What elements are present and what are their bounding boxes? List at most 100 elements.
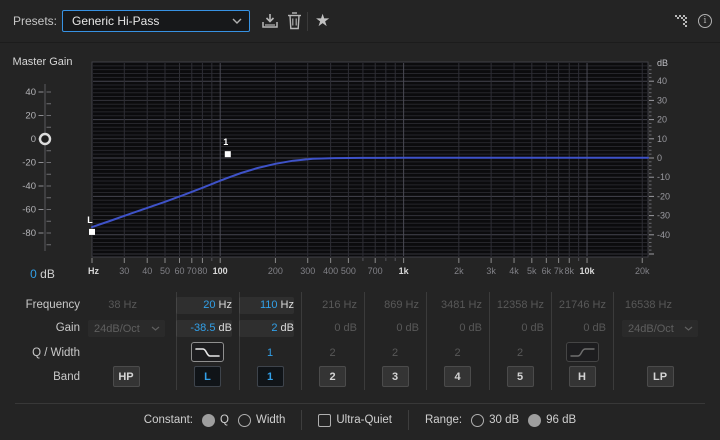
frequency-value-2: 216 Hz — [322, 299, 357, 311]
plot-area[interactable] — [92, 62, 648, 257]
x-axis-label: 5k — [527, 266, 537, 276]
q-curve-icon-lowpass[interactable] — [191, 342, 224, 362]
band-button-3[interactable]: 3 — [381, 366, 409, 387]
gain-value-h: 0 dB — [583, 322, 606, 334]
toolbar-separator — [307, 12, 308, 31]
gain-value-5: 0 dB — [521, 322, 544, 334]
y-axis-label: 30 — [657, 95, 667, 105]
row-label-band: Band — [53, 371, 80, 383]
band-button-1[interactable]: 1 — [256, 366, 284, 387]
radio-icon-q[interactable] — [202, 413, 216, 427]
y-axis-label: -30 — [657, 211, 670, 221]
x-axis-label: 2k — [454, 266, 464, 276]
presets-label: Presets: — [13, 14, 58, 28]
band-button-4[interactable]: 4 — [444, 366, 471, 387]
slider-tick-label: 40 — [25, 87, 36, 98]
slider-tick-label: -60 — [22, 205, 36, 216]
eq-handle-L[interactable] — [89, 228, 95, 235]
q-value-1[interactable]: 1 — [239, 345, 301, 361]
range-96db-option[interactable]: 96 dB — [528, 413, 576, 427]
x-axis-label: 200 — [268, 266, 283, 276]
band-button-2[interactable]: 2 — [319, 366, 346, 387]
gain-value-3: 0 dB — [396, 322, 419, 334]
x-axis-label: 70 — [187, 266, 197, 276]
gain-value-1[interactable]: 2 dB — [239, 320, 294, 337]
frequency-value-hp: 38 Hz — [108, 299, 137, 311]
row-label-frequency: Frequency — [25, 299, 80, 311]
band-button-l[interactable]: L — [194, 366, 221, 387]
x-axis-label: 20k — [635, 266, 650, 276]
master-gain-value[interactable]: 0 dB — [0, 267, 85, 281]
ultra-quiet-option[interactable]: Ultra-Quiet — [318, 413, 392, 427]
frequency-value-1[interactable]: 110 Hz — [239, 297, 294, 314]
y-axis-label: 40 — [657, 76, 667, 86]
master-gain-knob[interactable] — [38, 132, 52, 146]
master-gain-section: Master Gain 40 20 0 -20 -40 -60 -80 0 dB — [0, 52, 85, 290]
x-axis-label: 300 — [300, 266, 315, 276]
y-axis-label: -40 — [657, 230, 670, 240]
radio-icon-30db[interactable] — [471, 413, 485, 427]
y-axis-label: 10 — [657, 134, 667, 144]
radio-icon-width[interactable] — [237, 413, 251, 427]
x-axis-label: 700 — [368, 266, 383, 276]
band-button-lp[interactable]: LP — [646, 366, 674, 387]
x-axis-label: 4k — [509, 266, 519, 276]
info-icon[interactable]: i — [698, 14, 712, 28]
gain-slope-dropdown-hp[interactable]: 24dB/Oct — [88, 320, 165, 337]
slider-tick-label: -40 — [22, 181, 36, 192]
dither-icon[interactable] — [674, 14, 690, 28]
x-axis-label: 3k — [486, 266, 496, 276]
gain-slope-dropdown-lp[interactable]: 24dB/Oct — [622, 320, 698, 337]
frequency-value-l[interactable]: 20 Hz — [176, 297, 232, 314]
constant-label: Constant: — [143, 414, 194, 426]
presets-dropdown[interactable]: Generic Hi-Pass — [62, 10, 250, 32]
x-axis-label: 6k — [542, 266, 552, 276]
x-axis-label: 30 — [119, 266, 129, 276]
x-axis-label: 50 — [160, 266, 170, 276]
gain-value-l[interactable]: -38.5 dB — [176, 320, 232, 337]
x-axis-label: 400 — [323, 266, 338, 276]
band-button-h[interactable]: H — [568, 366, 596, 387]
favorite-star-icon[interactable]: ★ — [315, 9, 330, 33]
range-30db-option[interactable]: 30 dB — [471, 413, 519, 427]
radio-icon-96db[interactable] — [528, 413, 542, 427]
footer-separator — [407, 410, 409, 430]
constant-q-option[interactable]: Q — [202, 413, 229, 427]
x-axis-label: 40 — [142, 266, 152, 276]
footer-separator — [301, 410, 303, 430]
constant-width-option[interactable]: Width — [237, 413, 285, 427]
y-axis-label: -20 — [657, 191, 670, 201]
range-label: Range: — [424, 414, 463, 426]
x-axis-label: 80 — [197, 266, 207, 276]
footer-controls: Constant: Q Width Ultra-Quiet Range: 30 … — [0, 406, 720, 434]
x-axis-label: 10k — [580, 266, 596, 276]
checkbox-icon-ultra-quiet[interactable] — [318, 413, 332, 427]
y-axis-label: 20 — [657, 115, 667, 125]
eq-graph[interactable]: Hz 30 40 50 60 70 80 100 200 300 400 500 700 1k 2k 3k 4k… — [85, 52, 720, 290]
band-button-5[interactable]: 5 — [506, 366, 534, 387]
q-value-3: 2 — [391, 347, 399, 359]
eq-handle-label: 1 — [223, 137, 228, 147]
save-icon[interactable] — [260, 12, 280, 31]
x-axis-label: 1k — [399, 266, 410, 276]
q-value-5: 2 — [516, 347, 524, 359]
q-curve-icon-shelf[interactable] — [565, 342, 599, 362]
presets-dropdown-value: Generic Hi-Pass — [72, 14, 160, 28]
frequency-value-h: 21746 Hz — [558, 299, 606, 311]
x-axis-label: 60 — [175, 266, 185, 276]
eq-handle-1[interactable] — [224, 151, 231, 158]
y-axis-unit: dB — [657, 58, 668, 68]
trash-icon[interactable] — [285, 11, 303, 31]
slider-tick-label: 0 — [31, 134, 36, 145]
band-button-hp[interactable]: HP — [112, 366, 140, 387]
band-parameter-table: Frequency Gain Q / Width Band 38 Hz 24dB/Oct H… — [0, 292, 720, 394]
slider-tick-label: 20 — [25, 111, 36, 122]
chevron-down-icon — [684, 326, 698, 331]
master-gain-slider[interactable]: 40 20 0 -20 -40 -60 -80 — [0, 52, 85, 290]
q-value-2: 2 — [329, 347, 336, 359]
chevron-down-icon — [151, 326, 165, 331]
x-axis-label: Hz — [88, 266, 99, 276]
row-label-q-width: Q / Width — [32, 347, 80, 359]
eq-handle-label: L — [87, 215, 93, 225]
footer-divider — [15, 403, 705, 404]
